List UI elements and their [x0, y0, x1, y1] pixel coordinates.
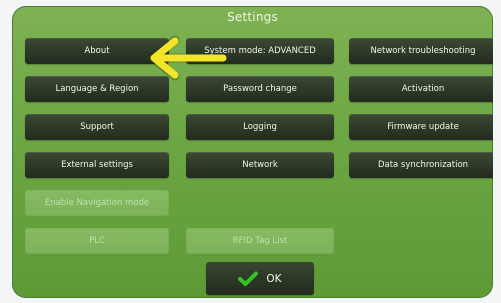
plc-button[interactable]: PLC: [25, 228, 169, 254]
network-troubleshooting-button[interactable]: Network troubleshooting: [349, 38, 493, 64]
data-synchronization-button[interactable]: Data synchronization: [349, 152, 493, 178]
arrow-left-icon: [148, 35, 227, 81]
settings-dialog: Settings About System mode: ADVANCED Net…: [12, 6, 493, 298]
rfid-tag-list-button[interactable]: RFID Tag List: [186, 228, 334, 254]
support-button[interactable]: Support: [25, 114, 169, 140]
network-button[interactable]: Network: [186, 152, 334, 178]
external-settings-button[interactable]: External settings: [25, 152, 169, 178]
activation-button[interactable]: Activation: [349, 76, 493, 102]
screen: Settings About System mode: ADVANCED Net…: [0, 0, 501, 303]
logging-button[interactable]: Logging: [186, 114, 334, 140]
firmware-update-button[interactable]: Firmware update: [349, 114, 493, 140]
checkmark-icon: [238, 271, 259, 287]
ok-button[interactable]: OK: [206, 262, 314, 295]
ok-label: OK: [266, 272, 282, 285]
enable-navigation-mode-button[interactable]: Enable Navigation mode: [25, 190, 169, 216]
dialog-title: Settings: [227, 10, 278, 24]
